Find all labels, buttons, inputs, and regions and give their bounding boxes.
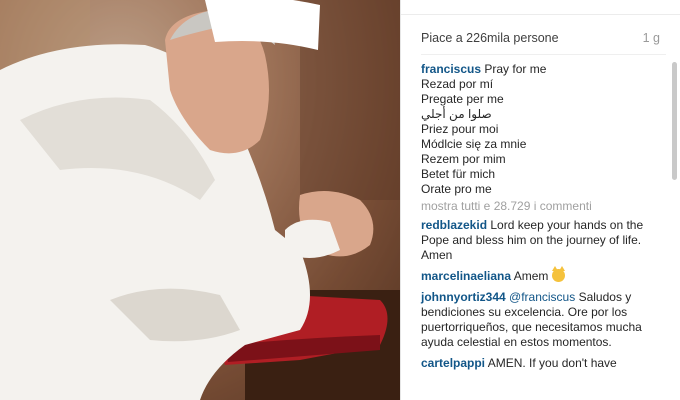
- post-timestamp[interactable]: 1 g: [643, 31, 660, 45]
- caption-line: صلوا من أجلي: [421, 107, 492, 121]
- comment-item: cartelpappi AMEN. If you don't have: [421, 356, 661, 371]
- caption-line: Rezad por mí: [421, 77, 494, 91]
- comment-mention-link[interactable]: @franciscus: [509, 290, 575, 304]
- post-side-panel: Piace a 226mila persone 1 g franciscus P…: [400, 0, 680, 400]
- comments-scrollbar[interactable]: [672, 62, 677, 180]
- praying-figure-illustration: [0, 0, 400, 400]
- caption-line: Orate pro me: [421, 182, 492, 196]
- caption-line: Priez pour moi: [421, 122, 499, 136]
- caption-line: Pray for me: [484, 62, 547, 76]
- comment-item: johnnyortiz344 @franciscus Saludos y ben…: [421, 290, 661, 350]
- comment-username[interactable]: cartelpappi: [421, 356, 485, 370]
- comment-username[interactable]: redblazekid: [421, 218, 487, 232]
- show-all-comments-link[interactable]: mostra tutti e 28.729 i commenti: [421, 199, 661, 214]
- likes-divider: [421, 54, 666, 55]
- comment-username[interactable]: johnnyortiz344: [421, 290, 506, 304]
- caption-line: Rezem por mim: [421, 152, 506, 166]
- caption-line: Pregate per me: [421, 92, 504, 106]
- comments-section: franciscus Pray for me Rezad por mí Preg…: [421, 62, 661, 377]
- comment-item: marcelinaeliana Amem: [421, 266, 661, 284]
- likes-count[interactable]: Piace a 226mila persone: [421, 31, 559, 45]
- caption-line: Betet für mich: [421, 167, 496, 181]
- post-caption: franciscus Pray for me Rezad por mí Preg…: [421, 62, 661, 197]
- caption-line: Módlcie się za mnie: [421, 137, 527, 151]
- comment-text: AMEN. If you don't have: [487, 356, 617, 370]
- comment-text: Amem: [513, 269, 549, 283]
- likes-row: Piace a 226mila persone 1 g: [421, 31, 660, 45]
- post-photo[interactable]: [0, 0, 400, 400]
- top-divider: [401, 14, 680, 15]
- caption-username[interactable]: franciscus: [421, 62, 481, 76]
- comment-item: redblazekid Lord keep your hands on the …: [421, 218, 661, 263]
- comment-username[interactable]: marcelinaeliana: [421, 269, 511, 283]
- smiling-cat-emoji-icon: [551, 266, 565, 282]
